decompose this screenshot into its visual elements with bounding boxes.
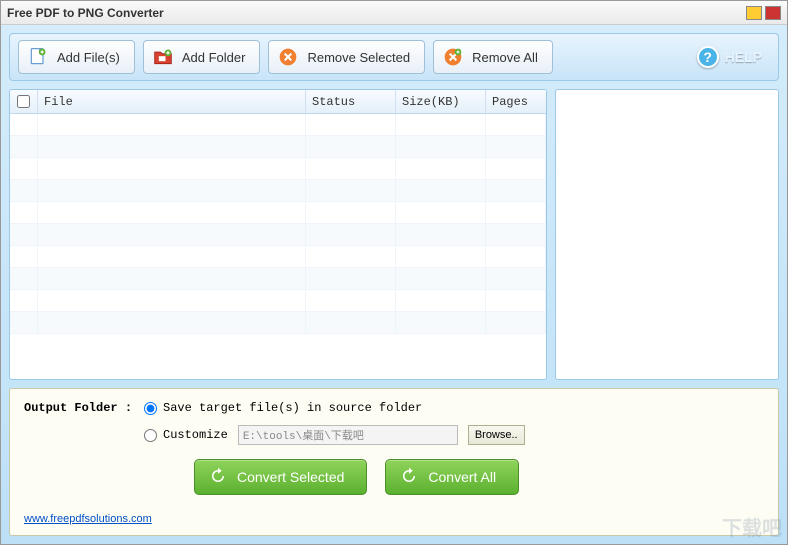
table-row: [10, 290, 546, 312]
minimize-button[interactable]: [746, 6, 762, 20]
table-row: [10, 246, 546, 268]
radio-source-label: Save target file(s) in source folder: [163, 401, 422, 415]
select-all-header[interactable]: [10, 90, 38, 113]
toolbar: Add File(s) Add Folder Remove Selected R…: [9, 33, 779, 81]
close-button[interactable]: [765, 6, 781, 20]
refresh-icon: [400, 467, 418, 488]
browse-button[interactable]: Browse..: [468, 425, 525, 445]
pages-header[interactable]: Pages: [486, 90, 546, 113]
window-title: Free PDF to PNG Converter: [7, 6, 743, 20]
table-row: [10, 268, 546, 290]
table-body: [10, 114, 546, 379]
radio-source-input[interactable]: [144, 402, 157, 415]
convert-all-button[interactable]: Convert All: [385, 459, 519, 495]
output-panel: Output Folder : Save target file(s) in s…: [9, 388, 779, 536]
remove-all-button[interactable]: Remove All: [433, 40, 553, 74]
titlebar: Free PDF to PNG Converter: [1, 1, 787, 25]
app-window: Free PDF to PNG Converter Add File(s) Ad…: [0, 0, 788, 545]
refresh-icon: [209, 467, 227, 488]
custom-path-input[interactable]: [238, 425, 458, 445]
convert-selected-button[interactable]: Convert Selected: [194, 459, 367, 495]
remove-all-label: Remove All: [472, 50, 538, 65]
convert-selected-label: Convert Selected: [237, 469, 344, 485]
add-files-label: Add File(s): [57, 50, 120, 65]
website-link[interactable]: www.freepdfsolutions.com: [24, 513, 152, 525]
remove-selected-button[interactable]: Remove Selected: [268, 40, 425, 74]
table-row: [10, 136, 546, 158]
select-all-checkbox[interactable]: [17, 95, 30, 108]
radio-source-folder[interactable]: Save target file(s) in source folder: [144, 401, 422, 415]
preview-panel: [555, 89, 779, 380]
add-file-icon: [27, 46, 49, 68]
radio-customize[interactable]: Customize: [144, 428, 228, 442]
help-label: HELP: [725, 49, 762, 65]
size-header[interactable]: Size(KB): [396, 90, 486, 113]
convert-all-label: Convert All: [428, 469, 496, 485]
help-icon: ?: [697, 46, 719, 68]
add-folder-icon: [152, 46, 174, 68]
middle-area: File Status Size(KB) Pages: [9, 89, 779, 380]
remove-selected-label: Remove Selected: [307, 50, 410, 65]
table-header: File Status Size(KB) Pages: [10, 90, 546, 114]
table-row: [10, 224, 546, 246]
table-row: [10, 180, 546, 202]
add-files-button[interactable]: Add File(s): [18, 40, 135, 74]
file-table: File Status Size(KB) Pages: [9, 89, 547, 380]
table-row: [10, 202, 546, 224]
content-area: Add File(s) Add Folder Remove Selected R…: [1, 25, 787, 544]
table-row: [10, 114, 546, 136]
table-row: [10, 312, 546, 334]
file-header[interactable]: File: [38, 90, 306, 113]
add-folder-button[interactable]: Add Folder: [143, 40, 261, 74]
table-row: [10, 158, 546, 180]
add-folder-label: Add Folder: [182, 50, 246, 65]
status-header[interactable]: Status: [306, 90, 396, 113]
radio-customize-input[interactable]: [144, 429, 157, 442]
output-folder-label: Output Folder :: [24, 401, 134, 415]
radio-customize-label: Customize: [163, 428, 228, 442]
remove-all-icon: [442, 46, 464, 68]
remove-selected-icon: [277, 46, 299, 68]
help-button[interactable]: ? HELP: [689, 42, 770, 72]
